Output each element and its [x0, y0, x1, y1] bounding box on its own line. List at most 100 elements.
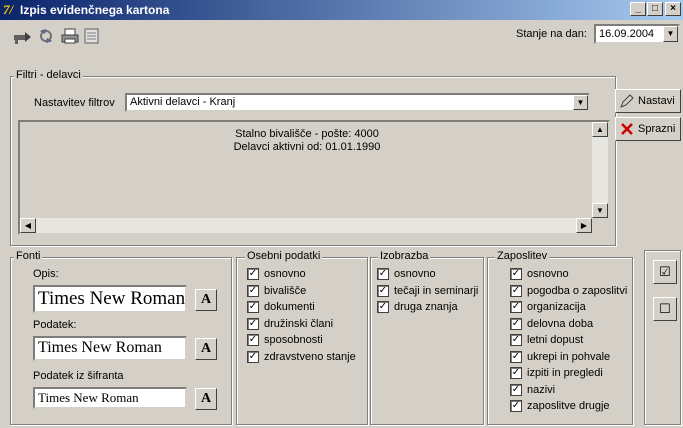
zaposlitev-option[interactable]: ✓ ukrepi in pohvale	[510, 350, 611, 363]
checkbox[interactable]: ✓	[247, 334, 259, 346]
zaposlitev-option[interactable]: ✓ zaposlitve drugje	[510, 400, 610, 412]
date-value: 16.09.2004	[599, 28, 655, 40]
zaposlitev-option[interactable]: ✓ pogodba o zaposlitvi	[510, 284, 628, 297]
minimize-button[interactable]: _	[630, 2, 646, 16]
close-button[interactable]: ×	[665, 2, 681, 16]
checkbox[interactable]: ✓	[510, 268, 522, 280]
podatek-font-field[interactable]: Times New Roman	[33, 336, 187, 361]
filter-summary-line: Delavci aktivni od: 01.01.1990	[233, 141, 381, 153]
opis-font-button[interactable]: A	[195, 289, 217, 311]
osebni-option-label: zdravstveno stanje	[264, 350, 356, 363]
checkbox[interactable]: ✓	[510, 367, 522, 379]
clear-filter-label: Sprazni	[638, 123, 676, 135]
checkbox[interactable]: ✓	[247, 301, 259, 313]
chevron-down-icon[interactable]: ▼	[663, 26, 678, 42]
zaposlitev-option-label: ukrepi in pohvale	[527, 350, 611, 363]
uncheck-all-button[interactable]: ☐	[653, 297, 677, 321]
scroll-down-icon[interactable]: ▼	[592, 203, 608, 218]
scroll-up-icon[interactable]: ▲	[592, 122, 608, 137]
zaposlitev-option[interactable]: ✓ letni dopust	[510, 334, 583, 346]
osebni-option-label: sposobnosti	[264, 334, 323, 346]
izobrazba-option-label: druga znanja	[394, 301, 458, 313]
filter-summary-line: Stalno bivališče - pošte: 4000	[235, 128, 379, 140]
title-bar: 7/ Izpis evidenčnega kartona _ □ ×	[0, 0, 683, 20]
maximize-button[interactable]: □	[647, 2, 663, 16]
filter-setting-label: Nastavitev filtrov	[34, 97, 115, 109]
chevron-down-icon[interactable]: ▼	[573, 95, 588, 110]
sifrant-label: Podatek iz šifranta	[33, 370, 124, 382]
izobrazba-option[interactable]: ✓ tečaji in seminarji	[377, 284, 479, 297]
osebni-option-label: dokumenti	[264, 301, 315, 313]
checkbox[interactable]: ✓	[510, 383, 522, 396]
osebni-group-label: Osebni podatki	[245, 250, 323, 262]
zaposlitev-group-label: Zaposlitev	[495, 250, 550, 262]
checkbox[interactable]: ✓	[247, 284, 259, 297]
izobrazba-option-label: tečaji in seminarji	[394, 284, 479, 297]
zaposlitev-option[interactable]: ✓ delovna doba	[510, 317, 594, 330]
zaposlitev-option-label: pogodba o zaposlitvi	[527, 284, 628, 297]
vertical-scrollbar[interactable]: ▲ ▼	[592, 122, 608, 218]
zaposlitev-option-label: organizacija	[527, 301, 586, 313]
app-icon: 7/	[3, 2, 14, 17]
pencil-icon	[620, 94, 634, 108]
checkbox[interactable]: ✓	[377, 301, 389, 313]
window-title: Izpis evidenčnega kartona	[20, 3, 170, 17]
date-picker[interactable]: 16.09.2004 ▼	[594, 24, 680, 44]
print-icon[interactable]	[60, 27, 80, 45]
izobrazba-option-label: osnovno	[394, 268, 436, 280]
checkbox[interactable]: ✓	[510, 301, 522, 313]
checkbox[interactable]: ✓	[510, 317, 522, 330]
zaposlitev-option-label: delovna doba	[527, 317, 594, 330]
izobrazba-option[interactable]: ✓ druga znanja	[377, 301, 458, 313]
sifrant-font-field[interactable]: Times New Roman	[33, 387, 187, 409]
date-label: Stanje na dan:	[516, 28, 587, 40]
fonts-group-label: Fonti	[14, 250, 43, 262]
podatek-label: Podatek:	[33, 319, 77, 331]
zaposlitev-option[interactable]: ✓ izpiti in pregledi	[510, 367, 603, 379]
preview-icon[interactable]	[82, 27, 102, 45]
scroll-left-icon[interactable]: ◀	[20, 218, 36, 233]
scroll-right-icon[interactable]: ▶	[576, 218, 592, 233]
export-icon[interactable]	[12, 27, 32, 45]
osebni-option[interactable]: ✓ bivališče	[247, 284, 307, 297]
osebni-option[interactable]: ✓ osnovno	[247, 268, 306, 280]
opis-font-field[interactable]: Times New Roman	[33, 285, 187, 313]
izobrazba-option[interactable]: ✓ osnovno	[377, 268, 436, 280]
osebni-option-label: osnovno	[264, 268, 306, 280]
osebni-option[interactable]: ✓ sposobnosti	[247, 334, 323, 346]
check-all-button[interactable]: ☑	[653, 260, 677, 284]
filter-setting-value: Aktivni delavci - Kranj	[130, 96, 236, 108]
checkbox[interactable]: ✓	[510, 334, 522, 346]
checkbox[interactable]: ✓	[377, 268, 389, 280]
checkbox[interactable]: ✓	[510, 350, 522, 363]
osebni-option-label: bivališče	[264, 284, 307, 297]
filter-setting-select[interactable]: Aktivni delavci - Kranj ▼	[125, 93, 590, 112]
zaposlitev-option-label: osnovno	[527, 268, 569, 280]
opis-label: Opis:	[33, 268, 59, 280]
zaposlitev-option[interactable]: ✓ osnovno	[510, 268, 569, 280]
clear-x-icon	[621, 123, 633, 135]
set-filter-button[interactable]: Nastavi	[615, 89, 681, 113]
zaposlitev-option-label: izpiti in pregledi	[527, 367, 603, 379]
osebni-option[interactable]: ✓ dokumenti	[247, 301, 315, 313]
izobrazba-group	[370, 257, 484, 425]
zaposlitev-option[interactable]: ✓ nazivi	[510, 383, 555, 396]
checkbox[interactable]: ✓	[510, 284, 522, 297]
refresh-icon[interactable]	[36, 27, 56, 45]
checkbox[interactable]: ✓	[247, 317, 259, 330]
set-filter-label: Nastavi	[638, 95, 675, 107]
checkbox[interactable]: ✓	[377, 284, 389, 297]
podatek-font-button[interactable]: A	[195, 338, 217, 360]
zaposlitev-option-label: letni dopust	[527, 334, 584, 346]
checkbox[interactable]: ✓	[247, 350, 259, 363]
checkbox[interactable]: ✓	[510, 400, 522, 412]
zaposlitev-option-label: zaposlitve drugje	[527, 400, 610, 412]
osebni-option[interactable]: ✓ družinski člani	[247, 317, 333, 330]
osebni-option[interactable]: ✓ zdravstveno stanje	[247, 350, 356, 363]
checkbox[interactable]: ✓	[247, 268, 259, 280]
clear-filter-button[interactable]: Sprazni	[615, 117, 681, 141]
zaposlitev-option[interactable]: ✓ organizacija	[510, 301, 586, 313]
sifrant-font-button[interactable]: A	[195, 388, 217, 410]
horizontal-scrollbar[interactable]: ◀ ▶	[20, 218, 592, 233]
filter-summary: Stalno bivališče - pošte: 4000 Delavci a…	[18, 120, 610, 235]
